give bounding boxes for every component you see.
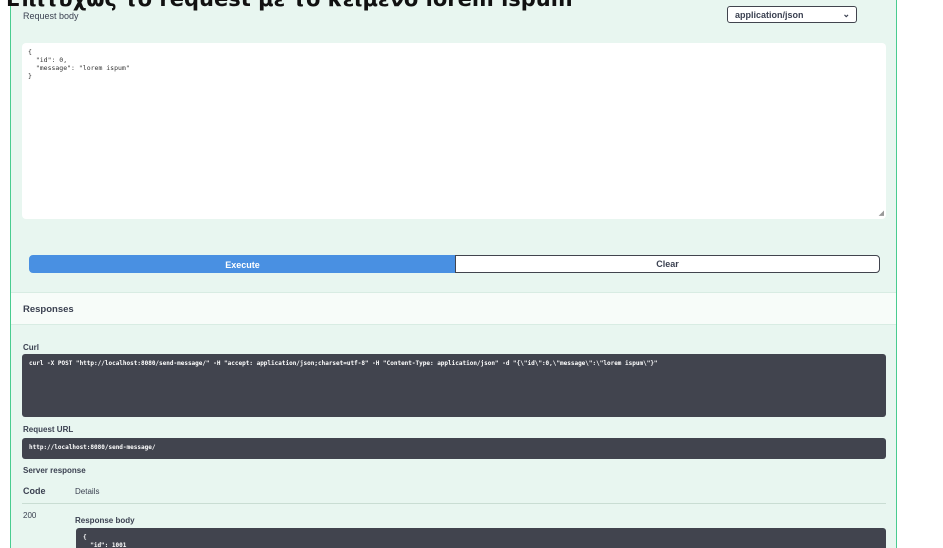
code-column-header: Code bbox=[23, 486, 46, 496]
curl-command: curl -X POST "http://localhost:8080/send… bbox=[29, 360, 658, 367]
response-body-text: { "id": 1001 bbox=[83, 534, 127, 548]
details-column-header: Details bbox=[75, 487, 100, 496]
content-type-value: application/json bbox=[735, 10, 804, 20]
curl-block: curl -X POST "http://localhost:8080/send… bbox=[22, 354, 886, 417]
responses-title: Responses bbox=[23, 304, 74, 315]
content-type-select[interactable]: application/json ⌄ bbox=[727, 6, 857, 23]
request-url-block: http://localhost:8080/send-message/ bbox=[22, 438, 886, 459]
resize-handle-icon[interactable]: ◢ bbox=[879, 209, 884, 217]
response-code: 200 bbox=[23, 511, 37, 520]
execute-button[interactable]: Execute bbox=[29, 255, 456, 273]
request-body-textarea[interactable]: { "id": 0, "message": "lorem ispum" } ◢ bbox=[22, 43, 886, 219]
page-heading: Επιτυχώς το request με το κείμενο lorem … bbox=[6, 0, 573, 11]
operation-panel: Request body application/json ⌄ { "id": … bbox=[10, 0, 897, 548]
request-body-text: { "id": 0, "message": "lorem ispum" } bbox=[28, 48, 130, 80]
server-response-label: Server response bbox=[23, 466, 86, 475]
responses-header: Responses bbox=[11, 292, 896, 325]
table-divider bbox=[22, 503, 886, 504]
response-body-block: { "id": 1001 bbox=[76, 528, 886, 548]
response-body-label: Response body bbox=[75, 516, 135, 525]
clear-button[interactable]: Clear bbox=[455, 255, 880, 273]
chevron-down-icon: ⌄ bbox=[842, 9, 850, 19]
request-url-label: Request URL bbox=[23, 425, 74, 434]
request-url: http://localhost:8080/send-message/ bbox=[29, 444, 156, 451]
request-body-label: Request body bbox=[23, 11, 79, 21]
curl-label: Curl bbox=[23, 343, 39, 352]
